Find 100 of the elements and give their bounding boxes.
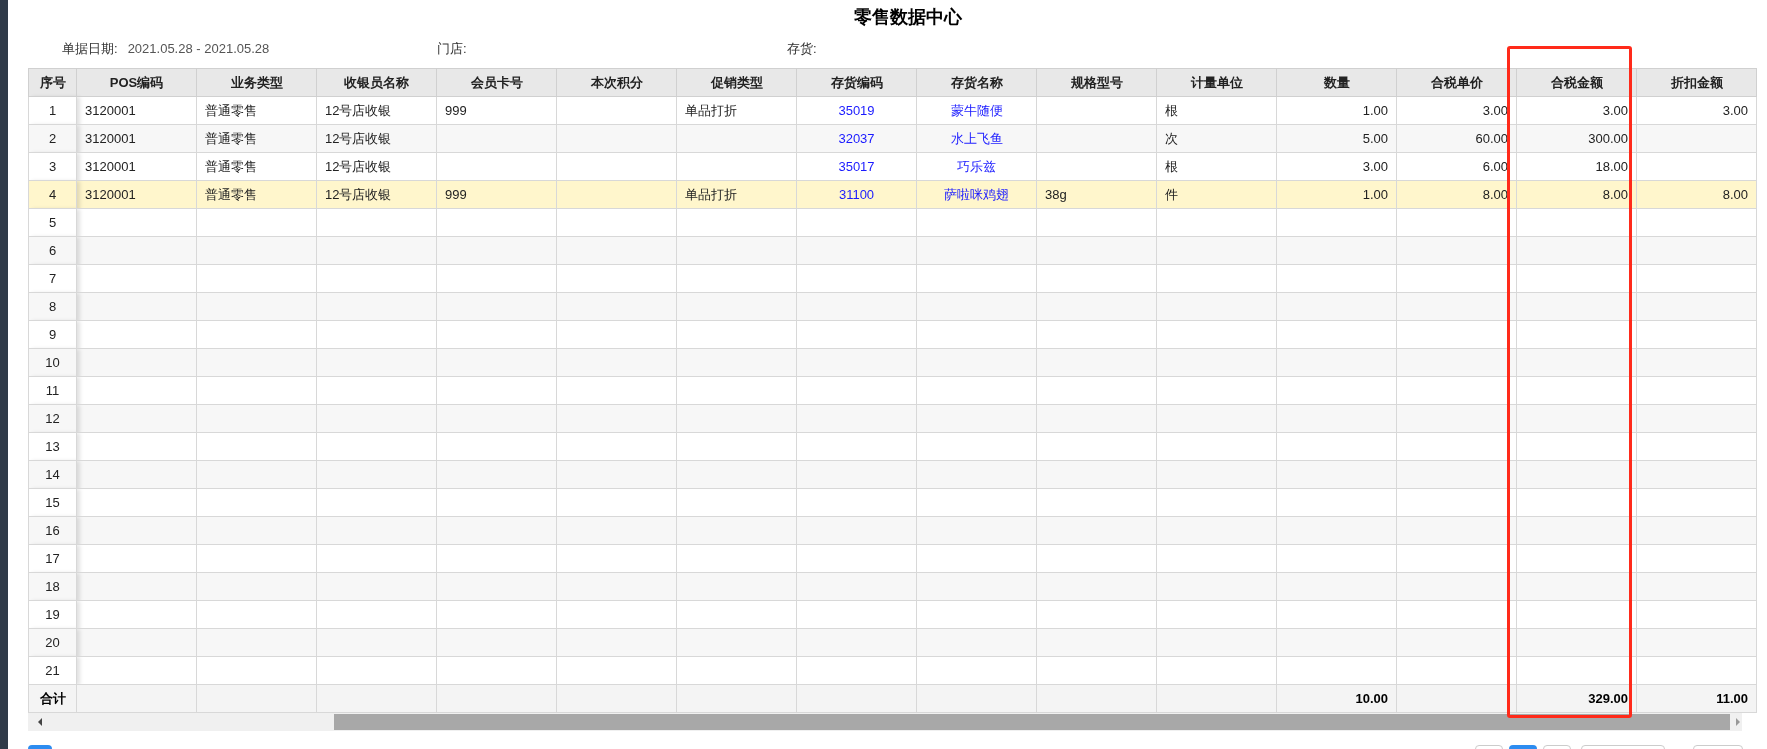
table-cell: 6.00: [1482, 158, 1508, 174]
table-row[interactable]: 13: [28, 432, 1757, 461]
table-cell: 3.00: [1722, 102, 1748, 118]
table-cell: 15: [45, 494, 60, 510]
filter-label: 单据日期:: [62, 40, 118, 59]
total-cell: 11.00: [1716, 690, 1748, 706]
table-cell: 普通零售: [205, 158, 257, 174]
table-row[interactable]: 11: [28, 376, 1757, 405]
column-header[interactable]: 规格型号: [1036, 68, 1157, 97]
column-header[interactable]: 会员卡号: [436, 68, 557, 97]
table-cell: 18: [45, 578, 60, 594]
table-cell: 1.00: [1362, 186, 1388, 202]
total-cell: 合计: [39, 690, 66, 706]
table-cell: 8.00: [1722, 186, 1748, 202]
table-cell: 35019: [838, 102, 875, 118]
table-cell: 3120001: [85, 158, 136, 174]
table-row[interactable]: 19: [28, 600, 1757, 629]
scrollbar-thumb[interactable]: [334, 714, 1730, 730]
table-row[interactable]: 14: [28, 460, 1757, 489]
table-row[interactable]: 8: [28, 292, 1757, 321]
table-row[interactable]: 12: [28, 404, 1757, 433]
table-cell: 9: [48, 326, 57, 342]
table-cell: 10: [45, 354, 60, 370]
table-cell: 根: [1165, 158, 1178, 174]
table-cell: 35017: [838, 158, 875, 174]
table-row[interactable]: 10: [28, 348, 1757, 377]
column-header[interactable]: 收银员名称: [316, 68, 437, 97]
column-header[interactable]: 合税单价: [1396, 68, 1517, 97]
horizontal-scrollbar[interactable]: [28, 713, 1742, 731]
column-header[interactable]: 存货名称: [916, 68, 1037, 97]
column-header[interactable]: 序号: [28, 68, 77, 97]
table-cell: 6: [48, 242, 57, 258]
total-cell: 10.00: [1355, 690, 1388, 706]
table-cell: 60.00: [1475, 130, 1508, 146]
table-cell: 3120001: [85, 186, 136, 202]
table-cell: 18.00: [1595, 158, 1628, 174]
filter-label: 门店:: [437, 40, 467, 59]
table-cell: 水上飞鱼: [950, 130, 1003, 146]
table-row[interactable]: 15: [28, 488, 1757, 517]
table-cell: 巧乐兹: [957, 158, 996, 174]
table-row[interactable]: 1 3120001 普通零售 12号店收银 999 单品打折 35019 蒙牛随便 根 1.00 3.00 3.00 3.00: [28, 96, 1757, 125]
table-cell: 单品打折: [685, 186, 737, 202]
scroll-left-icon[interactable]: [36, 718, 44, 726]
table-cell: 300.00: [1588, 130, 1628, 146]
table-cell: 12号店收银: [325, 102, 392, 118]
column-header[interactable]: 本次积分: [556, 68, 677, 97]
table-cell: 31100: [838, 186, 875, 202]
table-row[interactable]: 7: [28, 264, 1757, 293]
table-row[interactable]: 21: [28, 656, 1757, 685]
column-header[interactable]: 计量单位: [1156, 68, 1277, 97]
table-cell: 1: [48, 102, 57, 118]
table-row[interactable]: 17: [28, 544, 1757, 573]
table-cell: 11: [45, 382, 60, 398]
column-header[interactable]: 业务类型: [196, 68, 317, 97]
page-title: 零售数据中心: [853, 8, 962, 29]
table-row[interactable]: 18: [28, 572, 1757, 601]
table-cell: 8.00: [1482, 186, 1508, 202]
table-cell: 999: [445, 186, 467, 202]
column-header[interactable]: 合税金额: [1516, 68, 1637, 97]
table-cell: 2: [48, 130, 57, 146]
table-cell: 20: [45, 634, 60, 650]
table-cell: 8: [48, 298, 57, 314]
column-header[interactable]: 折扣金额: [1636, 68, 1757, 97]
table-cell: 8.00: [1602, 186, 1628, 202]
table-cell: 3120001: [85, 102, 136, 118]
table-cell: 单品打折: [685, 102, 737, 118]
table-row[interactable]: 3 3120001 普通零售 12号店收银 35017 巧乐兹 根 3.00 6.00 18.00: [28, 152, 1757, 181]
table-row[interactable]: 16: [28, 516, 1757, 545]
table-row[interactable]: 20: [28, 628, 1757, 657]
table-cell: 3: [48, 158, 57, 174]
table-cell: 4: [48, 186, 57, 202]
table-cell: 次: [1165, 130, 1178, 146]
table-cell: 5: [48, 214, 57, 230]
table-cell: 3.00: [1362, 158, 1388, 174]
table-cell: 38g: [1045, 186, 1067, 202]
scroll-right-icon[interactable]: [1734, 718, 1742, 726]
table-cell: 12号店收银: [325, 158, 392, 174]
table-row[interactable]: 5: [28, 208, 1757, 237]
table-cell: 14: [45, 466, 60, 482]
table-cell: 13: [45, 438, 60, 454]
table-cell: 16: [45, 522, 60, 538]
table-row[interactable]: 4 3120001 普通零售 12号店收银 999 单品打折 31100 萨啦咪鸡翅 38g 件 1.00 8.00 8.00 8.00: [28, 180, 1757, 209]
table-cell: 1.00: [1362, 102, 1388, 118]
table-cell: 蒙牛随便: [950, 102, 1003, 118]
column-header[interactable]: 数量: [1276, 68, 1397, 97]
table-cell: 19: [45, 606, 60, 622]
table-cell: 3.00: [1602, 102, 1628, 118]
table-cell: 3120001: [85, 130, 136, 146]
table-row[interactable]: 9: [28, 320, 1757, 349]
table-cell: 普通零售: [205, 130, 257, 146]
column-header[interactable]: 促销类型: [676, 68, 797, 97]
table-cell: 5.00: [1362, 130, 1388, 146]
table-cell: 根: [1165, 102, 1178, 118]
table-row[interactable]: 6: [28, 236, 1757, 265]
table-row[interactable]: 2 3120001 普通零售 12号店收银 32037 水上飞鱼 次 5.00 60.00 300.00: [28, 124, 1757, 153]
filter-value: 2021.05.28 - 2021.05.28: [127, 40, 270, 59]
table-cell: 萨啦咪鸡翅: [944, 186, 1009, 202]
column-header[interactable]: POS编码: [76, 68, 197, 97]
column-header[interactable]: 存货编码: [796, 68, 917, 97]
table-cell: 32037: [838, 130, 875, 146]
